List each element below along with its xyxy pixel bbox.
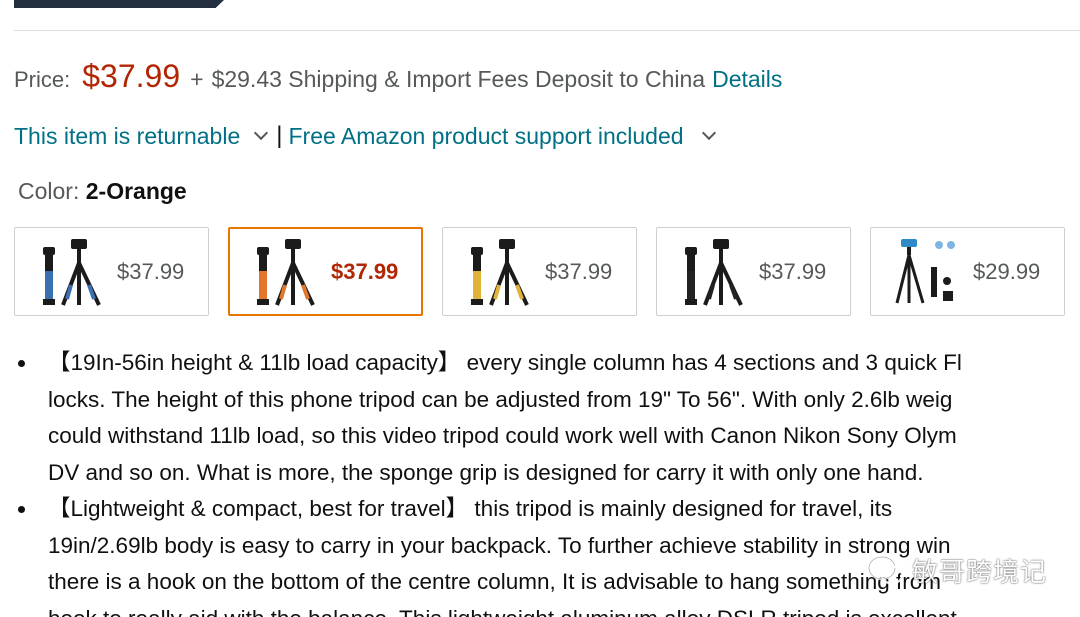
color-swatch-1[interactable]: $37.99 (14, 227, 209, 316)
shipping-details-link[interactable]: Details (712, 66, 782, 93)
color-value: 2-Orange (85, 178, 187, 204)
color-swatch-3[interactable]: $37.99 (442, 227, 637, 316)
color-selection-label: Color: 2-Orange (18, 178, 187, 205)
bullet-line: locks. The height of this phone tripod c… (48, 386, 953, 412)
returnable-link[interactable]: This item is returnable (14, 123, 240, 150)
price-row: Price: $37.99 + $29.43 Shipping & Import … (14, 58, 782, 95)
tripod-thumbnail-icon (471, 238, 529, 306)
policies-row: This item is returnable | Free Amazon pr… (14, 122, 722, 150)
swatch-price: $37.99 (759, 258, 827, 284)
plus-sign: + (190, 66, 204, 92)
chevron-down-icon[interactable] (254, 125, 269, 141)
price-label: Price: (14, 67, 71, 92)
wechat-icon (867, 555, 904, 585)
bullet-line: 【Lightweight & compact, best for travel】… (48, 496, 893, 521)
color-label: Color: (18, 178, 80, 204)
watermark: 敏哥跨境记 (866, 552, 1047, 589)
swatch-price: $29.99 (973, 258, 1041, 284)
policy-separator: | (276, 122, 283, 149)
swatch-price: $37.99 (117, 258, 185, 284)
bullet-line: 【19In-56in height & 11lb load capacity】 … (48, 350, 962, 375)
color-swatches: $37.99 $37.99 $37.99 $37.99 $29.99 (14, 227, 1065, 316)
tripod-thumbnail-icon (257, 238, 315, 306)
chevron-down-icon[interactable] (701, 125, 716, 141)
product-detail-page: Price: $37.99 + $29.43 Shipping & Import … (0, 0, 1080, 617)
shipping-text: $29.43 Shipping & Import Fees Deposit to… (211, 66, 706, 92)
tripod-thumbnail-icon (895, 238, 955, 303)
tripod-thumbnail-icon (685, 238, 743, 306)
bullet-line: DV and so on. What is more, the sponge g… (48, 459, 924, 485)
tripod-thumbnail-icon (43, 238, 101, 306)
top-banner-cropped (14, 0, 224, 8)
price-value: $37.99 (82, 58, 181, 94)
bullet-line: could withstand 11lb load, so this video… (48, 423, 957, 448)
color-swatch-2[interactable]: $37.99 (228, 227, 423, 316)
swatch-price: $37.99 (331, 258, 399, 284)
watermark-text: 敏哥跨境记 (912, 557, 1048, 587)
feature-bullet-1: 【19In-56in height & 11lb load capacity】 … (0, 345, 1080, 491)
color-swatch-5[interactable]: $29.99 (870, 227, 1065, 316)
color-swatch-4[interactable]: $37.99 (656, 227, 851, 316)
shipping-info: + $29.43 Shipping & Import Fees Deposit t… (190, 66, 705, 93)
product-support-link[interactable]: Free Amazon product support included (288, 123, 683, 150)
swatch-price: $37.99 (545, 258, 613, 284)
section-divider (14, 30, 1080, 31)
bullet-line: hook to really aid with the balance. Thi… (48, 601, 1080, 617)
